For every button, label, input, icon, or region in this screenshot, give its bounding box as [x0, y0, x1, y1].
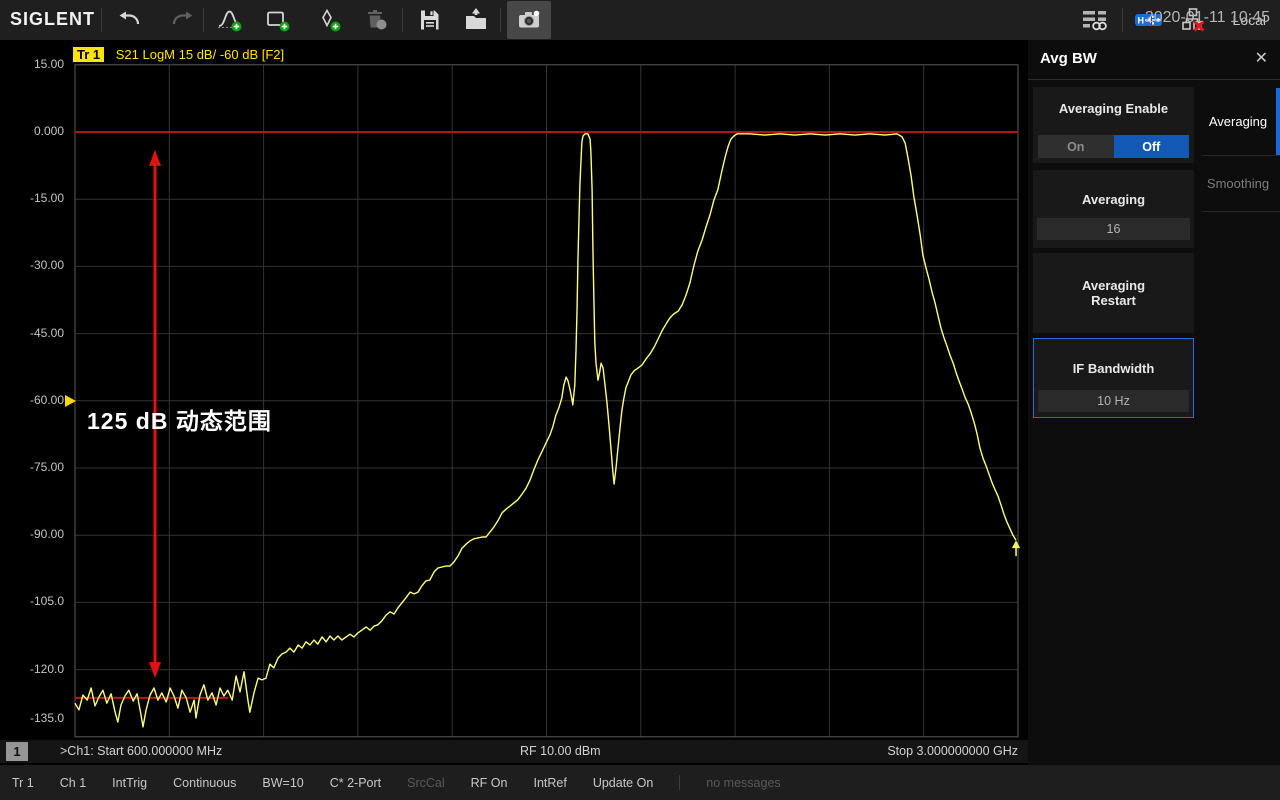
y-axis-tick-label: -135.0: [0, 711, 64, 725]
trash-icon: [363, 7, 389, 33]
rf-power-label[interactable]: RF 10.00 dBm: [520, 740, 601, 763]
averaging-enable-toggle: On Off: [1038, 135, 1189, 158]
active-tab-indicator: [1276, 88, 1280, 155]
averaging-value[interactable]: 16: [1037, 218, 1190, 240]
statusbar-item-no-messages: no messages: [706, 776, 780, 790]
save-icon: [417, 7, 443, 33]
tab-averaging[interactable]: Averaging: [1196, 88, 1280, 155]
svg-text:H: H: [1137, 16, 1144, 26]
averaging-restart-line1: Averaging: [1033, 278, 1194, 293]
statusbar-item-c-2-port[interactable]: C* 2-Port: [330, 776, 381, 790]
toolbar-separator: [500, 8, 501, 32]
tab-divider: [1202, 211, 1280, 212]
y-axis-tick-label: -60.00: [0, 393, 64, 407]
if-bandwidth-value[interactable]: 10 Hz: [1038, 390, 1189, 412]
averaging-restart-line2: Restart: [1033, 293, 1194, 308]
channel-start-label[interactable]: >Ch1: Start 600.000000 MHz: [60, 740, 222, 763]
y-axis-tick-label: -30.00: [0, 258, 64, 272]
panel-title: Avg BW: [1040, 50, 1097, 67]
averaging-title: Averaging: [1033, 192, 1194, 207]
statusbar-item-ch-1[interactable]: Ch 1: [60, 776, 86, 790]
close-icon[interactable]: ✕: [1255, 48, 1268, 68]
averaging-on-option[interactable]: On: [1038, 135, 1114, 158]
if-bandwidth-title: IF Bandwidth: [1034, 361, 1193, 376]
if-bandwidth-tile[interactable]: IF Bandwidth 10 Hz: [1033, 338, 1194, 418]
add-window-button[interactable]: [256, 0, 300, 40]
toolbar-separator: [402, 8, 403, 32]
averaging-tile[interactable]: Averaging 16: [1033, 170, 1194, 248]
redo-button[interactable]: [160, 0, 204, 40]
y-axis-tick-label: 0.000: [0, 124, 64, 138]
camera-icon: [516, 7, 543, 33]
clock-label: 2020-01-11 10:45: [1145, 0, 1270, 35]
add-marker-button[interactable]: [307, 0, 351, 40]
y-axis-tick-label: -90.00: [0, 527, 64, 541]
toolbar-separator: [1122, 8, 1123, 32]
undo-button[interactable]: [108, 0, 152, 40]
recall-button[interactable]: [454, 0, 498, 40]
reference-level-marker-icon: [65, 395, 76, 407]
add-window-icon: [265, 7, 291, 33]
channel-stop-label[interactable]: Stop 3.000000000 GHz: [887, 740, 1018, 763]
statusbar-item-inttrig[interactable]: IntTrig: [112, 776, 147, 790]
y-axis-tick-label: -105.0: [0, 594, 64, 608]
add-trace-icon: [217, 7, 243, 33]
y-axis-tick-label: -15.00: [0, 191, 64, 205]
top-toolbar: SIGLENT: [0, 0, 1280, 40]
statusbar-item-update-on[interactable]: Update On: [593, 776, 653, 790]
statusbar-item-tr-1[interactable]: Tr 1: [12, 776, 34, 790]
redo-icon: [169, 7, 195, 33]
averaging-off-option[interactable]: Off: [1114, 135, 1190, 158]
statusbar-item-continuous[interactable]: Continuous: [173, 776, 236, 790]
gridlines: [75, 65, 1018, 737]
open-folder-icon: [463, 7, 489, 33]
screenshot-button[interactable]: [507, 1, 551, 39]
y-axis-tick-label: -120.0: [0, 662, 64, 676]
toolbar-separator: [101, 8, 102, 32]
averaging-restart-button[interactable]: Averaging Restart: [1033, 253, 1194, 333]
setup-list-icon: [1082, 9, 1110, 31]
siglent-logo: SIGLENT: [10, 9, 95, 30]
save-button[interactable]: [408, 0, 452, 40]
undo-icon: [117, 7, 143, 33]
status-bar: Tr 1 Ch 1 IntTrig Continuous BW=10 C* 2-Port S…: [0, 765, 1280, 800]
panel-tab-rail: Averaging Smoothing: [1196, 80, 1280, 765]
channel-footer: 1 >Ch1: Start 600.000000 MHz RF 10.00 dB…: [0, 740, 1028, 763]
channel-number-badge[interactable]: 1: [6, 742, 28, 761]
averaging-enable-tile: Averaging Enable On Off: [1033, 87, 1194, 163]
tab-smoothing[interactable]: Smoothing: [1196, 156, 1280, 211]
averaging-enable-title: Averaging Enable: [1033, 101, 1194, 116]
y-axis-tick-label: -75.00: [0, 460, 64, 474]
statusbar-item-bw-10[interactable]: BW=10: [262, 776, 303, 790]
y-axis-tick-label: -45.00: [0, 326, 64, 340]
trace-end-marker-icon: [1012, 540, 1020, 556]
y-axis-tick-label: 15.00: [0, 57, 64, 71]
delete-button[interactable]: [354, 0, 398, 40]
plot-area[interactable]: Tr 1 S21 LogM 15 dB/ -60 dB [F2] 15.000.…: [0, 40, 1028, 765]
add-trace-button[interactable]: [208, 0, 252, 40]
statusbar-item-rf-on[interactable]: RF On: [471, 776, 508, 790]
add-marker-icon: [316, 7, 342, 33]
setup-list-button[interactable]: [1074, 0, 1118, 40]
statusbar-item-srccal: SrcCal: [407, 776, 445, 790]
toolbar-separator: [203, 8, 204, 32]
statusbar-separator: [679, 775, 680, 790]
statusbar-item-intref[interactable]: IntRef: [533, 776, 566, 790]
avg-bw-panel: Avg BW ✕ Averaging Enable On Off Averagi…: [1028, 40, 1280, 765]
dynamic-range-annotation: 125 dB 动态范围: [87, 402, 272, 436]
